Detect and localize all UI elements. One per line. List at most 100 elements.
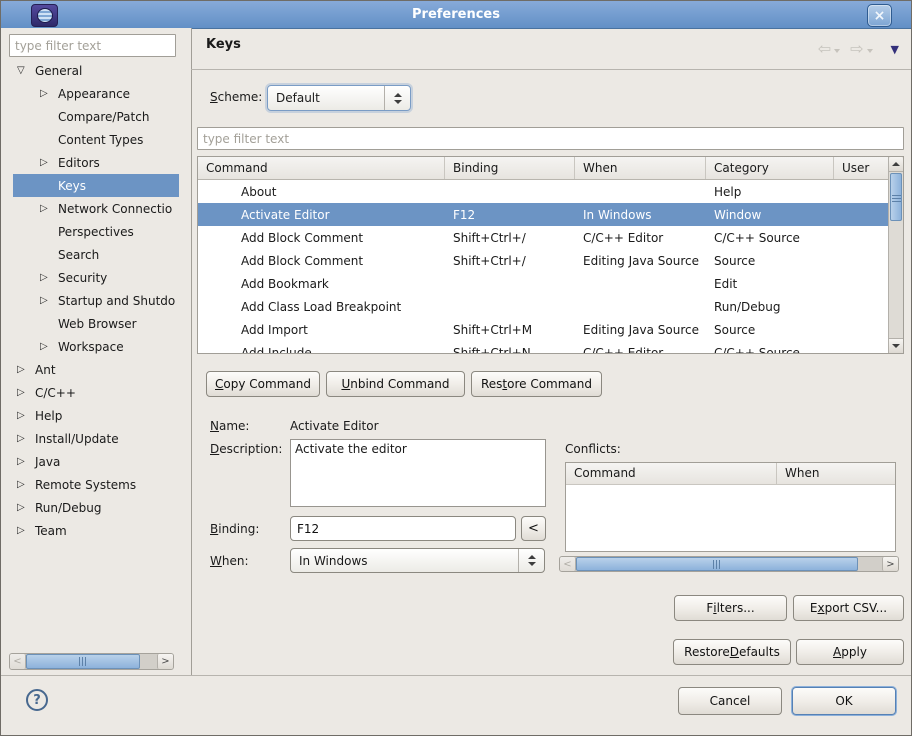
sidebar-item-install-update[interactable]: ▷ Install/Update <box>13 427 179 450</box>
tree-expander-icon[interactable]: ▷ <box>40 88 54 99</box>
scroll-right-icon[interactable]: > <box>157 654 173 669</box>
conflicts-scrollbar-thumb[interactable] <box>576 557 858 571</box>
sidebar-item-startup-and-shutdo[interactable]: ▷ Startup and Shutdo <box>13 289 179 312</box>
scheme-label: Scheme: <box>210 90 262 104</box>
table-scrollbar-thumb[interactable] <box>890 173 902 221</box>
tree-expander-icon[interactable]: ▷ <box>40 295 54 306</box>
conflicts-column-command[interactable]: Command <box>566 463 777 484</box>
export-csv-button[interactable]: Export CSV... <box>793 595 904 621</box>
sidebar-item-editors[interactable]: ▷ Editors <box>13 151 179 174</box>
cell-when: C/C++ Editor <box>575 346 706 354</box>
column-header-command[interactable]: Command <box>198 157 445 179</box>
conflicts-column-when[interactable]: When <box>777 463 895 484</box>
sidebar-item-search[interactable]: Search <box>13 243 179 266</box>
scheme-select[interactable]: Default <box>267 85 411 111</box>
help-button[interactable]: ? <box>26 689 48 711</box>
sidebar-item-keys[interactable]: Keys <box>13 174 179 197</box>
restore-defaults-button[interactable]: Restore Defaults <box>673 639 791 665</box>
table-row[interactable]: Add Class Load Breakpoint Run/Debug <box>198 295 888 318</box>
cancel-button[interactable]: Cancel <box>678 687 782 715</box>
eclipse-logo-icon <box>31 4 58 27</box>
sidebar-filter-input[interactable] <box>9 34 176 57</box>
scrollbar-track[interactable] <box>858 557 882 571</box>
ok-button[interactable]: OK <box>792 687 896 715</box>
sidebar-item-workspace[interactable]: ▷ Workspace <box>13 335 179 358</box>
sidebar-item-perspectives[interactable]: Perspectives <box>13 220 179 243</box>
back-icon[interactable]: ⇦ <box>818 41 831 57</box>
tree-expander-icon[interactable]: ▷ <box>17 456 31 467</box>
scroll-left-icon[interactable]: < <box>560 557 576 571</box>
tree-expander-icon[interactable]: ▷ <box>17 387 31 398</box>
tree-expander-icon[interactable]: ▷ <box>17 410 31 421</box>
table-row[interactable]: Add Bookmark Edit <box>198 272 888 295</box>
cell-command: Add Include <box>198 346 445 354</box>
sidebar-item-label: Content Types <box>58 133 143 147</box>
table-row[interactable]: About Help <box>198 180 888 203</box>
column-header-when[interactable]: When <box>575 157 706 179</box>
table-row[interactable]: Add Include Shift+Ctrl+N C/C++ Editor C/… <box>198 341 888 353</box>
tree-expander-icon[interactable]: ▽ <box>17 65 31 76</box>
close-button[interactable]: × <box>867 4 892 27</box>
column-header-category[interactable]: Category <box>706 157 834 179</box>
conflicts-horizontal-scrollbar[interactable]: < > <box>559 556 899 572</box>
sidebar-horizontal-scrollbar[interactable]: < > <box>9 653 174 670</box>
tree-expander-icon[interactable]: ▷ <box>40 203 54 214</box>
sidebar-item-java[interactable]: ▷ Java <box>13 450 179 473</box>
table-row[interactable]: Activate Editor F12 In Windows Window <box>198 203 888 226</box>
description-textarea[interactable]: Activate the editor <box>290 439 546 507</box>
sidebar-item-run-debug[interactable]: ▷ Run/Debug <box>13 496 179 519</box>
cell-command: About <box>198 185 445 199</box>
apply-button[interactable]: Apply <box>796 639 904 665</box>
copy-command-button[interactable]: Copy Command <box>206 371 320 397</box>
sidebar-scrollbar-thumb[interactable] <box>26 654 140 669</box>
tree-expander-icon[interactable]: ▷ <box>17 502 31 513</box>
sidebar-item-web-browser[interactable]: Web Browser <box>13 312 179 335</box>
column-header-user[interactable]: User <box>834 157 888 179</box>
sidebar-item-c-c-[interactable]: ▷ C/C++ <box>13 381 179 404</box>
forward-icon[interactable]: ⇨ <box>850 41 863 57</box>
back-dropdown-icon[interactable] <box>834 49 840 53</box>
command-filter-input[interactable] <box>197 127 904 150</box>
unbind-command-button[interactable]: Unbind Command <box>326 371 465 397</box>
sidebar-item-ant[interactable]: ▷ Ant <box>13 358 179 381</box>
scrollbar-track[interactable] <box>889 222 903 338</box>
cell-when: C/C++ Editor <box>575 231 706 245</box>
table-row[interactable]: Add Block Comment Shift+Ctrl+/ C/C++ Edi… <box>198 226 888 249</box>
binding-history-button[interactable]: < <box>521 516 546 541</box>
sidebar-item-content-types[interactable]: Content Types <box>13 128 179 151</box>
scroll-right-icon[interactable]: > <box>882 557 898 571</box>
restore-command-button[interactable]: Restore Command <box>471 371 602 397</box>
scroll-down-icon[interactable] <box>889 338 903 353</box>
sidebar-item-label: General <box>35 64 82 78</box>
sidebar-item-appearance[interactable]: ▷ Appearance <box>13 82 179 105</box>
filters-button[interactable]: Filters... <box>674 595 787 621</box>
scrollbar-track[interactable] <box>140 654 157 669</box>
scroll-up-icon[interactable] <box>889 157 903 172</box>
titlebar[interactable]: Preferences × <box>1 1 911 29</box>
sidebar-item-team[interactable]: ▷ Team <box>13 519 179 542</box>
sidebar: ▽ General ▷ Appearance Compare/Patch Con… <box>1 28 192 676</box>
table-row[interactable]: Add Import Shift+Ctrl+M Editing Java Sou… <box>198 318 888 341</box>
sidebar-item-general[interactable]: ▽ General <box>13 59 179 82</box>
table-row[interactable]: Add Block Comment Shift+Ctrl+/ Editing J… <box>198 249 888 272</box>
when-select[interactable]: In Windows <box>290 548 545 573</box>
sidebar-item-help[interactable]: ▷ Help <box>13 404 179 427</box>
bindings-table-vertical-scrollbar[interactable] <box>888 157 903 353</box>
sidebar-item-network-connectio[interactable]: ▷ Network Connectio <box>13 197 179 220</box>
sidebar-item-compare-patch[interactable]: Compare/Patch <box>13 105 179 128</box>
tree-expander-icon[interactable]: ▷ <box>40 157 54 168</box>
view-menu-icon[interactable]: ▼ <box>891 44 899 55</box>
tree-expander-icon[interactable]: ▷ <box>40 341 54 352</box>
page-header: Keys ⇦ ⇨ ▼ <box>191 28 911 70</box>
forward-dropdown-icon[interactable] <box>867 49 873 53</box>
tree-expander-icon[interactable]: ▷ <box>17 525 31 536</box>
tree-expander-icon[interactable]: ▷ <box>17 433 31 444</box>
binding-input[interactable] <box>290 516 516 541</box>
tree-expander-icon[interactable]: ▷ <box>17 479 31 490</box>
column-header-binding[interactable]: Binding <box>445 157 575 179</box>
tree-expander-icon[interactable]: ▷ <box>17 364 31 375</box>
sidebar-item-security[interactable]: ▷ Security <box>13 266 179 289</box>
sidebar-item-remote-systems[interactable]: ▷ Remote Systems <box>13 473 179 496</box>
tree-expander-icon[interactable]: ▷ <box>40 272 54 283</box>
scroll-left-icon[interactable]: < <box>10 654 26 669</box>
